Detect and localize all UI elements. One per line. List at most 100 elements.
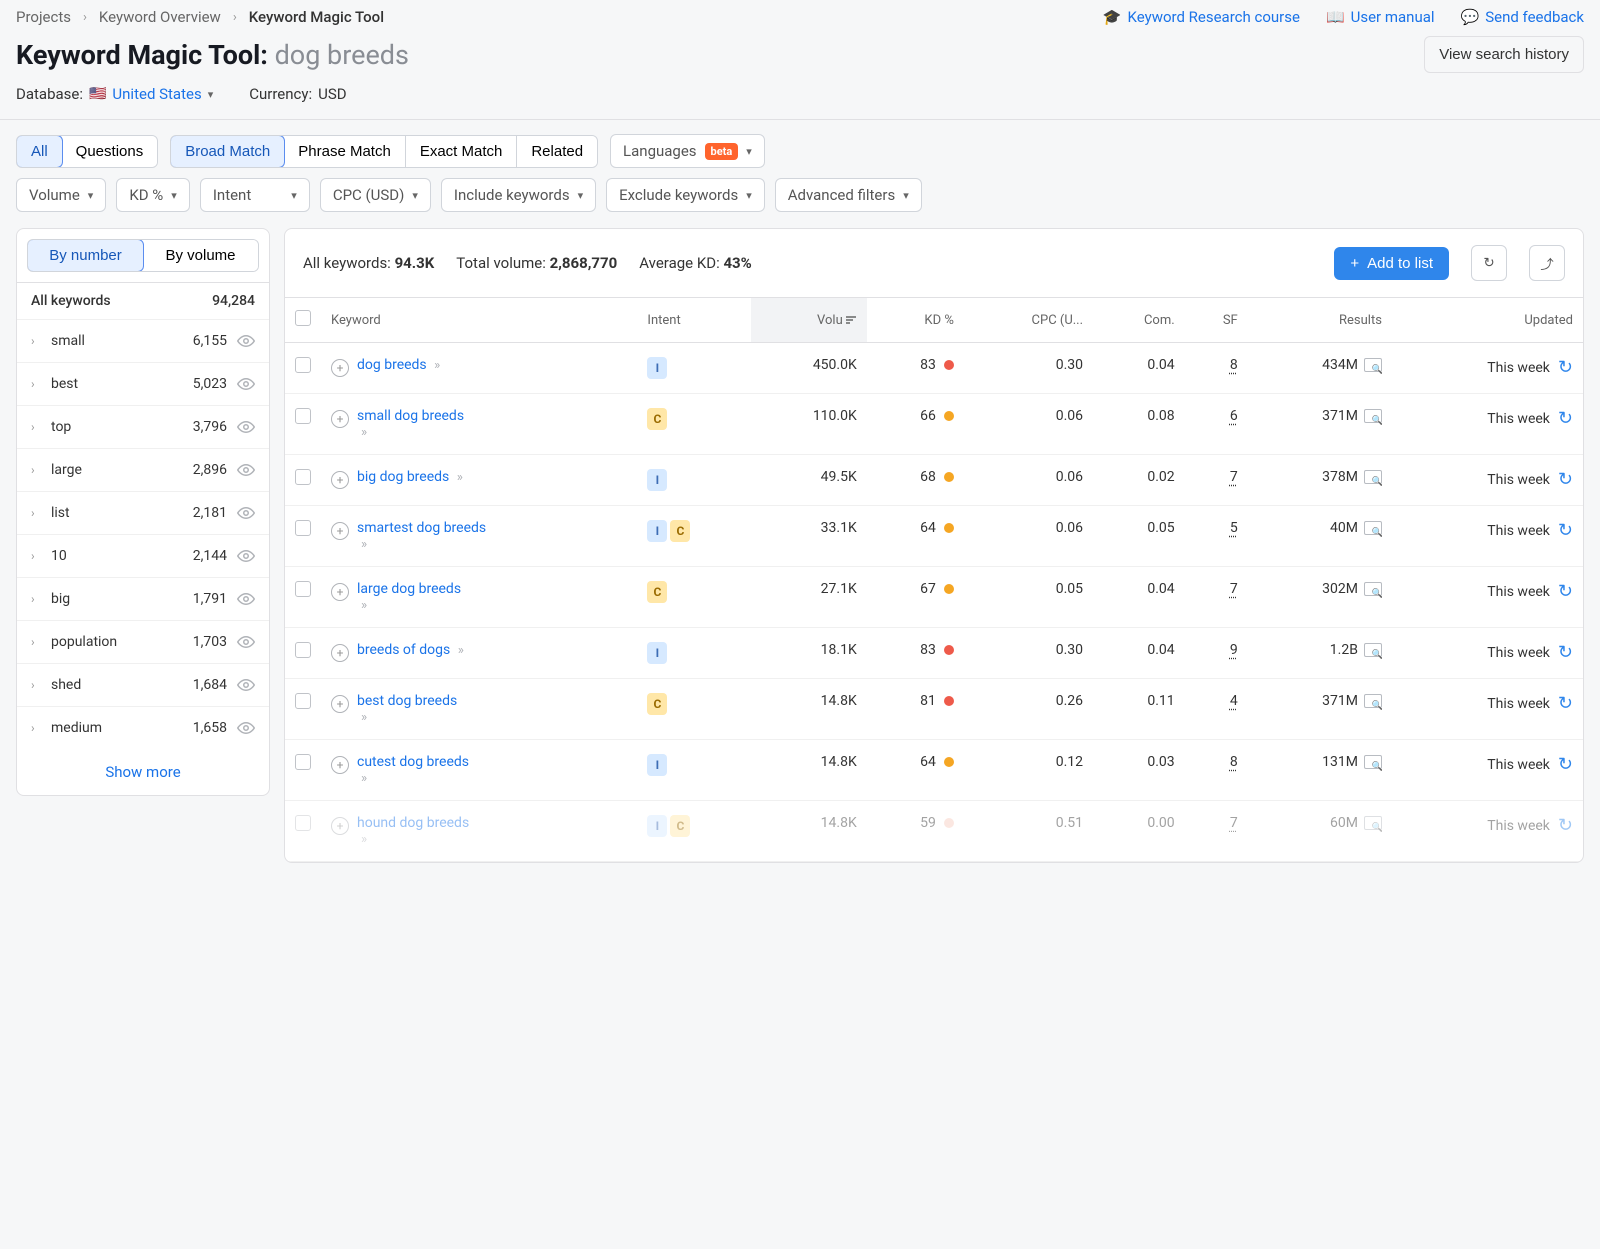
row-checkbox[interactable] [295,408,311,424]
expand-icon[interactable]: » [361,598,367,613]
export-button[interactable]: ⤴ [1529,245,1565,281]
row-checkbox[interactable] [295,520,311,536]
sidebar-item-list[interactable]: › list 2,181 [17,491,269,534]
toggle-by-number[interactable]: By number [27,239,144,272]
row-checkbox[interactable] [295,693,311,709]
link-user-manual[interactable]: 📖 User manual [1326,8,1435,26]
refresh-row-icon[interactable]: ↻ [1558,581,1573,602]
serp-icon[interactable] [1364,643,1382,657]
sidebar-item-top[interactable]: › top 3,796 [17,405,269,448]
refresh-row-icon[interactable]: ↻ [1558,520,1573,541]
row-checkbox[interactable] [295,642,311,658]
add-keyword-icon[interactable]: + [331,359,349,377]
row-checkbox[interactable] [295,754,311,770]
col-keyword[interactable]: Keyword [321,298,637,343]
toggle-by-volume[interactable]: By volume [143,240,258,271]
filter-cpc[interactable]: CPC (USD)▾ [320,178,431,212]
serp-icon[interactable] [1364,521,1382,535]
col-updated[interactable]: Updated [1392,298,1583,343]
refresh-row-icon[interactable]: ↻ [1558,408,1573,429]
keyword-link[interactable]: cutest dog breeds [357,754,469,770]
sf-cell[interactable]: 4 [1230,693,1238,709]
serp-icon[interactable] [1364,358,1382,372]
col-intent[interactable]: Intent [637,298,751,343]
row-checkbox[interactable] [295,357,311,373]
expand-icon[interactable]: » [458,643,464,658]
link-research-course[interactable]: 🎓 Keyword Research course [1103,8,1300,26]
serp-icon[interactable] [1364,755,1382,769]
keyword-link[interactable]: hound dog breeds [357,815,469,831]
link-send-feedback[interactable]: 💬 Send feedback [1461,8,1584,26]
tab-phrase-match[interactable]: Phrase Match [284,136,406,167]
eye-icon[interactable] [237,375,255,393]
add-keyword-icon[interactable]: + [331,471,349,489]
row-checkbox[interactable] [295,581,311,597]
keyword-link[interactable]: small dog breeds [357,408,464,424]
row-checkbox[interactable] [295,469,311,485]
filter-exclude-keywords[interactable]: Exclude keywords▾ [606,178,765,212]
crumb-projects[interactable]: Projects [16,8,71,26]
filter-intent[interactable]: Intent▾ [200,178,310,212]
add-keyword-icon[interactable]: + [331,817,349,835]
sf-cell[interactable]: 9 [1230,642,1238,658]
eye-icon[interactable] [237,332,255,350]
add-keyword-icon[interactable]: + [331,410,349,428]
sidebar-item-population[interactable]: › population 1,703 [17,620,269,663]
add-keyword-icon[interactable]: + [331,644,349,662]
expand-icon[interactable]: » [361,771,367,786]
sidebar-item-big[interactable]: › big 1,791 [17,577,269,620]
keyword-link[interactable]: dog breeds [357,357,427,373]
sf-cell[interactable]: 7 [1230,469,1238,485]
expand-icon[interactable]: » [361,710,367,725]
keyword-link[interactable]: best dog breeds [357,693,457,709]
refresh-row-icon[interactable]: ↻ [1558,357,1573,378]
database-selector[interactable]: Database: 🇺🇸 United States ▾ [16,85,213,103]
languages-dropdown[interactable]: Languages beta ▾ [610,134,765,168]
refresh-row-icon[interactable]: ↻ [1558,815,1573,836]
serp-icon[interactable] [1364,409,1382,423]
keyword-link[interactable]: big dog breeds [357,469,449,485]
select-all-checkbox[interactable] [295,310,311,326]
eye-icon[interactable] [237,719,255,737]
tab-related[interactable]: Related [517,136,597,167]
refresh-row-icon[interactable]: ↻ [1558,754,1573,775]
col-results[interactable]: Results [1248,298,1392,343]
eye-icon[interactable] [237,590,255,608]
serp-icon[interactable] [1364,582,1382,596]
col-kd[interactable]: KD % [867,298,964,343]
col-cpc[interactable]: CPC (U... [964,298,1093,343]
filter-volume[interactable]: Volume▾ [16,178,106,212]
sf-cell[interactable]: 8 [1230,357,1238,373]
refresh-row-icon[interactable]: ↻ [1558,469,1573,490]
add-keyword-icon[interactable]: + [331,522,349,540]
col-volume[interactable]: Volu [751,298,867,343]
sidebar-item-medium[interactable]: › medium 1,658 [17,706,269,749]
expand-icon[interactable]: » [361,832,367,847]
add-to-list-button[interactable]: +Add to list [1334,247,1449,280]
expand-icon[interactable]: » [361,537,367,552]
sidebar-item-large[interactable]: › large 2,896 [17,448,269,491]
refresh-row-icon[interactable]: ↻ [1558,693,1573,714]
tab-broad-match[interactable]: Broad Match [170,135,285,168]
eye-icon[interactable] [237,676,255,694]
sidebar-item-small[interactable]: › small 6,155 [17,319,269,362]
add-keyword-icon[interactable]: + [331,756,349,774]
row-checkbox[interactable] [295,815,311,831]
keyword-link[interactable]: smartest dog breeds [357,520,486,536]
col-sf[interactable]: SF [1185,298,1248,343]
sidebar-all-keywords[interactable]: All keywords 94,284 [17,282,269,319]
sf-cell[interactable]: 5 [1230,520,1238,536]
sidebar-item-best[interactable]: › best 5,023 [17,362,269,405]
serp-icon[interactable] [1364,470,1382,484]
crumb-keyword-overview[interactable]: Keyword Overview [99,8,221,26]
tab-questions[interactable]: Questions [62,136,158,167]
sf-cell[interactable]: 8 [1230,754,1238,770]
eye-icon[interactable] [237,633,255,651]
expand-icon[interactable]: » [434,358,440,373]
eye-icon[interactable] [237,504,255,522]
refresh-button[interactable]: ↻ [1471,245,1507,281]
eye-icon[interactable] [237,461,255,479]
tab-all[interactable]: All [16,135,63,168]
serp-icon[interactable] [1364,816,1382,830]
sf-cell[interactable]: 6 [1230,408,1238,424]
